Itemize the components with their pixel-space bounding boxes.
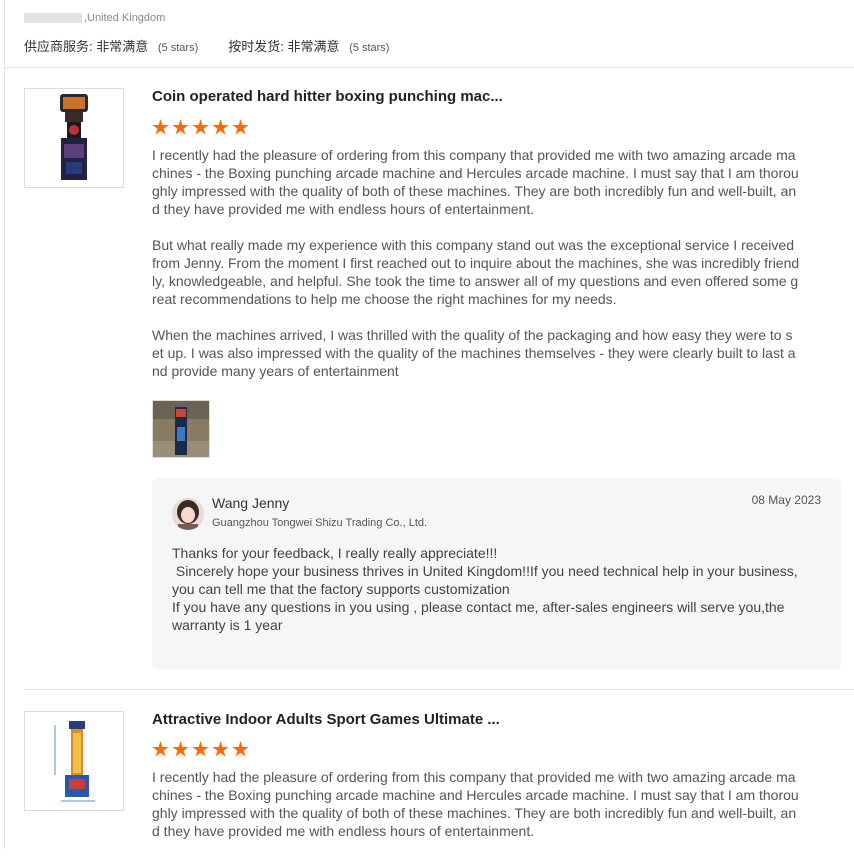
divider	[24, 689, 854, 690]
reply-line: If you have any questions in you using ,…	[172, 599, 789, 633]
review-header: ,United Kingdom 供应商服务: 非常满意 (5 stars) 按时…	[24, 10, 844, 55]
divider	[4, 67, 854, 68]
reply-text: Thanks for your feedback, I really reall…	[172, 544, 822, 634]
rating-on-time-delivery: 按时发货: 非常满意 (5 stars)	[228, 36, 389, 55]
boxing-machine-image	[60, 94, 88, 180]
reply-author-name: Wang Jenny	[212, 495, 290, 511]
review-paragraph: When the machines arrived, I was thrille…	[152, 327, 796, 379]
star-icon	[172, 119, 189, 135]
rating-stars-text: (5 stars)	[157, 42, 199, 54]
review-paragraph: But what really made my experience with …	[152, 237, 800, 307]
reply-line: Thanks for your feedback, I really reall…	[172, 545, 498, 561]
review-stars	[152, 741, 249, 758]
product-title-link[interactable]: Coin operated hard hitter boxing punchin…	[152, 88, 503, 105]
reply-company: Guangzhou Tongwei Shizu Trading Co., Ltd…	[212, 517, 428, 529]
reviewer-name-masked	[24, 13, 82, 23]
star-icon	[232, 741, 249, 757]
supplier-ratings: 供应商服务: 非常满意 (5 stars) 按时发货: 非常满意 (5 star…	[24, 36, 844, 55]
star-icon	[172, 741, 189, 757]
reviewer-location: ,United Kingdom	[84, 12, 166, 24]
avatar	[172, 498, 204, 530]
product-thumbnail[interactable]	[24, 711, 124, 811]
rating-value: 非常满意	[287, 39, 340, 54]
star-icon	[192, 741, 209, 757]
hammer-machine-image	[54, 721, 95, 802]
star-icon	[152, 741, 169, 757]
avatar-image	[172, 498, 204, 530]
review-paragraph: I recently had the pleasure of ordering …	[152, 147, 799, 217]
rating-value: 非常满意	[96, 39, 149, 54]
product-title-link[interactable]: Attractive Indoor Adults Sport Games Ult…	[152, 711, 500, 728]
star-icon	[192, 119, 209, 135]
rating-label: 按时发货:	[228, 39, 284, 54]
review-text: I recently had the pleasure of ordering …	[152, 146, 800, 398]
product-thumbnail[interactable]	[24, 88, 124, 188]
review-stars	[152, 119, 249, 136]
rating-label: 供应商服务:	[24, 39, 93, 54]
rating-stars-text: (5 stars)	[349, 42, 390, 54]
reply-date: 08 May 2023	[751, 493, 821, 507]
reply-line: Sincerely hope your business thrives in …	[172, 563, 802, 597]
star-icon	[152, 119, 169, 135]
star-icon	[212, 741, 229, 757]
review-text: I recently had the pleasure of ordering …	[152, 768, 800, 858]
supplier-reply: Wang Jenny Guangzhou Tongwei Shizu Tradi…	[152, 478, 841, 670]
star-icon	[232, 119, 249, 135]
review-photo-image	[153, 401, 209, 457]
review-paragraph: I recently had the pleasure of ordering …	[152, 769, 799, 839]
review-photo[interactable]	[152, 400, 210, 458]
star-icon	[212, 119, 229, 135]
reviewer-info: ,United Kingdom	[24, 10, 844, 26]
rating-supplier-service: 供应商服务: 非常满意 (5 stars)	[24, 36, 198, 55]
